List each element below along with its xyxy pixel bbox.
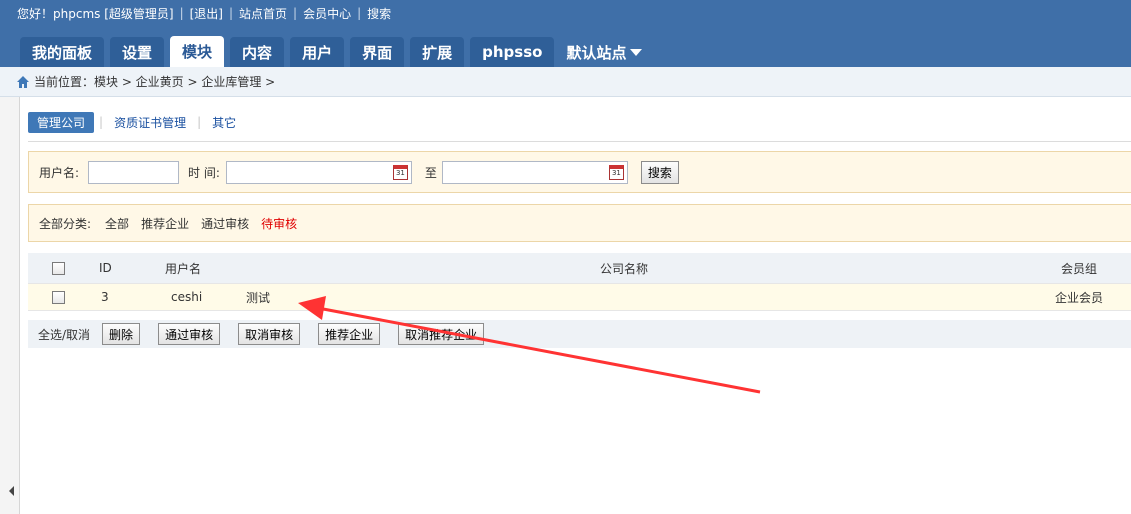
tab-extensions[interactable]: 扩展 bbox=[410, 37, 465, 67]
divider: | bbox=[197, 115, 202, 129]
row-select-cell bbox=[52, 284, 65, 310]
select-all-checkbox[interactable] bbox=[52, 261, 65, 275]
category-approved[interactable]: 通过审核 bbox=[201, 215, 249, 232]
sub-tabs: 管理公司 | 资质证书管理 | 其它 bbox=[28, 111, 242, 133]
tab-label: 用户 bbox=[302, 43, 333, 62]
admin-app: 您好！phpcms [超级管理员] | [退出] | 站点首页 | 会员中心 |… bbox=[0, 0, 1131, 514]
subtab-other[interactable]: 其它 bbox=[206, 114, 242, 131]
site-home-link[interactable]: 站点首页 bbox=[239, 5, 287, 22]
calendar-icon[interactable]: 31 bbox=[392, 164, 408, 180]
site-switcher-dropdown[interactable]: 默认站点 bbox=[560, 37, 648, 67]
column-header-company[interactable]: 公司名称 bbox=[600, 253, 648, 283]
subtab-divider-line bbox=[28, 141, 1131, 142]
chevron-left-icon[interactable] bbox=[9, 486, 14, 496]
approve-button[interactable]: 通过审核 bbox=[158, 323, 221, 345]
select-all-header-cell bbox=[52, 253, 65, 283]
unapprove-button[interactable]: 取消审核 bbox=[238, 323, 301, 345]
tab-label: phpsso bbox=[482, 43, 543, 61]
main-nav-tabs: 我的面板 设置 模块 内容 用户 界面 扩展 phpsso 默认站点 bbox=[20, 36, 654, 67]
username-label: 用户名: bbox=[39, 165, 80, 180]
category-label: 全部分类: bbox=[39, 216, 92, 231]
tab-settings[interactable]: 设置 bbox=[110, 37, 165, 67]
tab-users[interactable]: 用户 bbox=[290, 37, 345, 67]
time-label: 时 间: bbox=[188, 165, 220, 180]
breadcrumb: 当前位置：模块 > 企业黄页 > 企业库管理 > bbox=[34, 75, 276, 89]
select-all-toggle[interactable]: 全选/取消 bbox=[38, 326, 90, 343]
member-center-link[interactable]: 会员中心 bbox=[303, 5, 351, 22]
to-label: 至 bbox=[424, 165, 437, 180]
cell-member-group: 企业会员 bbox=[1055, 290, 1104, 305]
calendar-icon[interactable]: 31 bbox=[608, 164, 624, 180]
search-link[interactable]: 搜索 bbox=[367, 5, 391, 22]
delete-button[interactable]: 删除 bbox=[102, 323, 141, 345]
caret-down-icon bbox=[630, 48, 643, 56]
tab-content[interactable]: 内容 bbox=[230, 37, 285, 67]
subtab-certificates[interactable]: 资质证书管理 bbox=[108, 114, 192, 131]
logout-link[interactable]: [退出] bbox=[190, 5, 223, 22]
category-recommended[interactable]: 推荐企业 bbox=[141, 215, 189, 232]
top-header: 您好！phpcms [超级管理员] | [退出] | 站点首页 | 会员中心 |… bbox=[0, 0, 1131, 67]
tab-modules[interactable]: 模块 bbox=[170, 36, 225, 67]
tab-label: 我的面板 bbox=[32, 43, 93, 62]
sidebar-collapse-strip[interactable] bbox=[0, 97, 20, 514]
bulk-actions-bar: 全选/取消 删除 通过审核 取消审核 推荐企业 取消推荐企业 bbox=[28, 320, 1131, 348]
category-filter: 全部分类: 全部 推荐企业 通过审核 待审核 bbox=[28, 204, 1131, 242]
tab-label: 扩展 bbox=[422, 43, 453, 62]
tab-label: 界面 bbox=[362, 43, 393, 62]
subtab-manage-companies[interactable]: 管理公司 bbox=[28, 111, 95, 133]
tab-label: 设置 bbox=[122, 43, 153, 62]
tab-my-panel[interactable]: 我的面板 bbox=[20, 37, 105, 67]
recommend-button[interactable]: 推荐企业 bbox=[318, 323, 381, 345]
site-switcher-label: 默认站点 bbox=[566, 43, 627, 62]
tab-label: 模块 bbox=[182, 43, 213, 61]
divider: | bbox=[357, 6, 362, 20]
breadcrumb-bar: 当前位置：模块 > 企业黄页 > 企业库管理 > bbox=[0, 67, 1131, 97]
table-header-row: ID 用户名 公司名称 会员组 bbox=[28, 253, 1131, 283]
cell-username: ceshi bbox=[171, 290, 203, 304]
company-table: ID 用户名 公司名称 会员组 3 ceshi 测试 企业会员 bbox=[28, 253, 1131, 311]
tab-interface[interactable]: 界面 bbox=[350, 37, 405, 67]
top-links-bar: 您好！phpcms [超级管理员] | [退出] | 站点首页 | 会员中心 |… bbox=[17, 5, 391, 21]
greeting-text: 您好！phpcms [超级管理员] bbox=[17, 6, 174, 21]
row-checkbox[interactable] bbox=[52, 290, 65, 304]
category-all[interactable]: 全部 bbox=[105, 215, 129, 232]
column-header-id[interactable]: ID bbox=[99, 253, 112, 283]
start-date-input[interactable] bbox=[225, 160, 412, 184]
divider: | bbox=[179, 6, 184, 20]
divider: | bbox=[293, 6, 298, 20]
cell-id: 3 bbox=[101, 290, 109, 304]
column-header-username[interactable]: 用户名 bbox=[165, 253, 201, 283]
tab-phpsso[interactable]: phpsso bbox=[470, 37, 555, 67]
tab-label: 内容 bbox=[242, 43, 273, 62]
cell-company-name[interactable]: 测试 bbox=[246, 284, 270, 310]
table-row[interactable]: 3 ceshi 测试 企业会员 bbox=[28, 283, 1131, 311]
username-input[interactable] bbox=[88, 160, 180, 184]
column-header-member-group[interactable]: 会员组 bbox=[1061, 253, 1097, 283]
divider: | bbox=[99, 115, 104, 129]
end-date-picker[interactable]: 31 bbox=[441, 160, 628, 184]
divider: | bbox=[228, 6, 234, 20]
home-icon bbox=[17, 75, 29, 88]
start-date-picker[interactable]: 31 bbox=[225, 160, 412, 184]
end-date-input[interactable] bbox=[441, 160, 628, 184]
search-button[interactable]: 搜索 bbox=[640, 160, 679, 184]
category-pending[interactable]: 待审核 bbox=[261, 215, 297, 232]
unrecommend-button[interactable]: 取消推荐企业 bbox=[398, 323, 485, 345]
search-form: 用户名: 时 间: 31 至 31 搜索 bbox=[28, 151, 1131, 193]
